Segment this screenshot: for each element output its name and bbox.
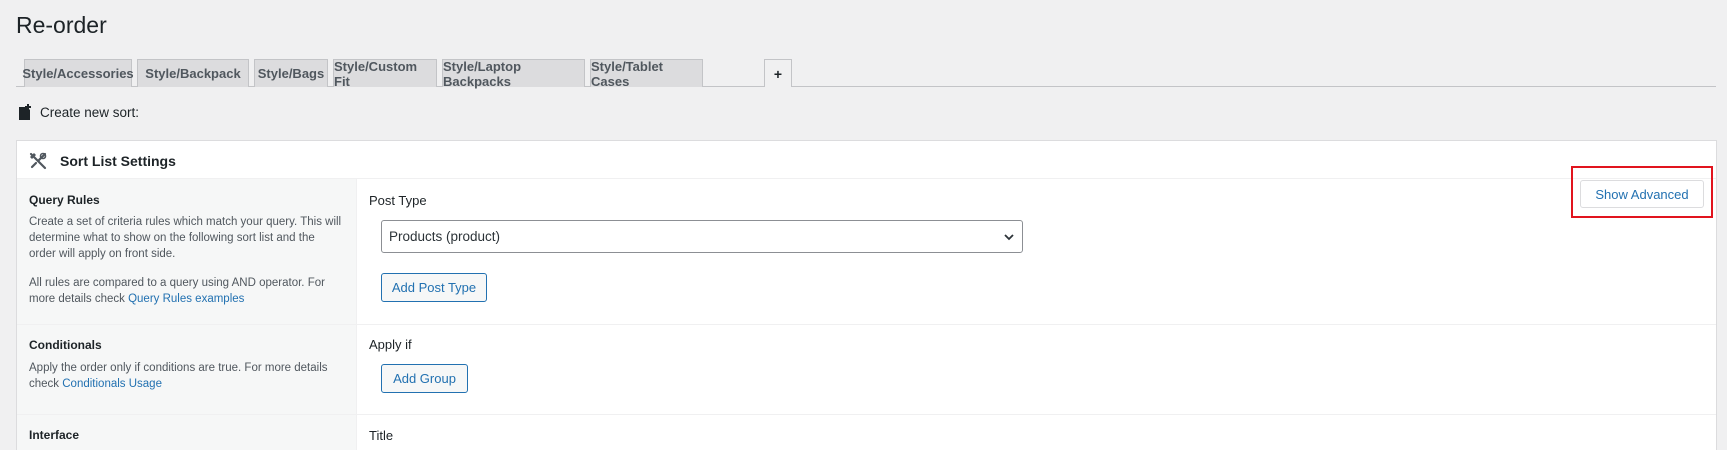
tab-style-accessories[interactable]: Style/Accessories (22, 59, 134, 87)
post-type-select-value: Products (product) (389, 229, 501, 244)
post-type-select[interactable]: Products (product) (381, 220, 1023, 253)
row-divider (17, 414, 1716, 415)
conditionals-title: Conditionals (29, 338, 102, 352)
create-new-sort[interactable]: Create new sort: (18, 104, 139, 121)
add-group-button[interactable]: Add Group (381, 364, 468, 393)
panel-header: Sort List Settings (17, 141, 1716, 179)
tab-style-tablet-cases[interactable]: Style/Tablet Cases (590, 59, 703, 89)
tab-style-bags[interactable]: Style/Bags (254, 59, 328, 87)
conditionals-usage-link[interactable]: Conditionals Usage (62, 378, 162, 390)
row-divider (17, 324, 1716, 325)
query-rules-description: Create a set of criteria rules which mat… (29, 216, 342, 260)
sort-tabs: Style/Accessories Style/Backpack Style/B… (16, 59, 1716, 89)
tab-add-plus[interactable]: + (764, 59, 792, 87)
create-new-sort-label: Create new sort: (40, 105, 140, 120)
tab-style-laptop-backpacks[interactable]: Style/Laptop Backpacks (442, 59, 585, 89)
tab-style-custom-fit[interactable]: Style/Custom Fit (333, 59, 437, 89)
new-document-icon (18, 104, 33, 121)
post-type-label: Post Type (369, 193, 427, 208)
query-rules-title: Query Rules (29, 193, 100, 207)
chevron-down-icon (1003, 231, 1015, 246)
panel-title: Sort List Settings (60, 153, 176, 169)
conditionals-description: Apply the order only if conditions are t… (29, 360, 344, 392)
apply-if-label: Apply if (369, 337, 412, 352)
tab-style-backpack[interactable]: Style/Backpack (137, 59, 249, 87)
interface-title-label: Title (369, 428, 394, 443)
add-post-type-button[interactable]: Add Post Type (381, 273, 487, 302)
query-rules-note: All rules are compared to a query using … (29, 275, 344, 307)
show-advanced-button[interactable]: Show Advanced (1580, 180, 1704, 208)
page-title: Re-order (16, 12, 107, 38)
interface-title: Interface (29, 428, 80, 442)
tools-icon (28, 151, 48, 176)
query-rules-examples-link[interactable]: Query Rules examples (128, 293, 244, 305)
